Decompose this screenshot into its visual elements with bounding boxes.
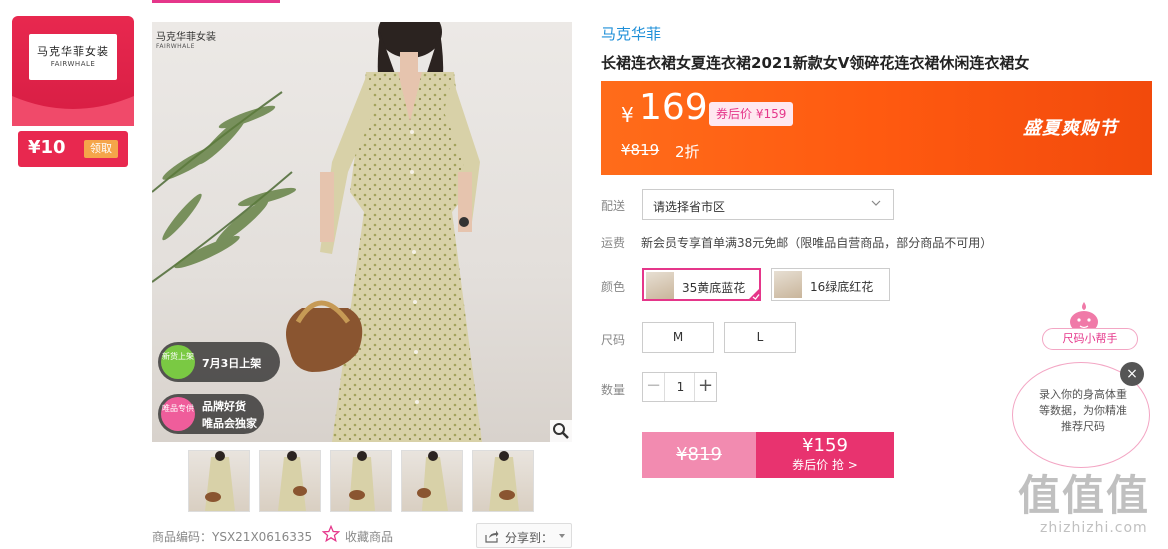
delivery-region-value: 请选择省市区 [653, 200, 726, 214]
size-label: 尺码 [601, 333, 626, 347]
brand-logo-en: FAIRWHALE [50, 60, 96, 68]
shipping-label: 运费 [601, 236, 626, 250]
quantity-label: 数量 [601, 383, 626, 397]
buy-now-price: ¥159 [802, 435, 848, 456]
thumbnail-strip [188, 450, 538, 512]
thumbnail-5[interactable] [472, 450, 534, 512]
quantity-decrease-button[interactable]: − [643, 373, 665, 401]
original-price: ¥819 [621, 141, 660, 159]
size-helper-tag[interactable]: 尺码小帮手 [1042, 328, 1138, 350]
image-brand-mark: 马克华菲女装 FAIRWHALE [156, 28, 216, 50]
exclusive-badge: 唯品专供 品牌好货 唯品会独家 [158, 394, 264, 434]
star-icon [322, 525, 340, 543]
brand-logo-cn: 马克华菲女装 [37, 45, 109, 58]
thumbnail-4[interactable] [401, 450, 463, 512]
close-icon[interactable]: × [1120, 362, 1144, 386]
size-helper-text: 录入你的身高体重等数据，为你精准推荐尺码 [1039, 388, 1127, 433]
selected-check-icon [747, 287, 761, 301]
shipping-info: 新会员专享首单满38元免邮（限唯品自营商品，部分商品不可用） [641, 236, 993, 250]
color-swatch [646, 272, 674, 299]
chevron-down-icon [559, 534, 565, 538]
share-dropdown[interactable]: 分享到： [476, 523, 572, 548]
watermark-logo: 值值值 [1018, 471, 1151, 520]
quantity-stepper: − 1 + [642, 372, 717, 402]
discount-rate: 2折 [675, 143, 700, 161]
image-brand-en: FAIRWHALE [156, 43, 195, 50]
magnifier-icon [553, 423, 569, 439]
coupon-divider-arc [12, 96, 134, 126]
exclusive-line2: 唯品会独家 [202, 417, 257, 430]
exclusive-circle: 唯品专供 [161, 397, 195, 431]
new-arrival-circle: 新货上架 [161, 345, 195, 379]
brand-link[interactable]: 马克华菲 [601, 23, 661, 44]
quantity-increase-button[interactable]: + [694, 373, 716, 401]
exclusive-line1: 品牌好货 [202, 400, 246, 413]
size-helper-widget: 尺码小帮手 录入你的身高体重等数据，为你精准推荐尺码 × [1010, 300, 1160, 475]
coupon-value: ¥10 [28, 137, 66, 158]
chevron-down-icon [871, 200, 881, 206]
product-main-image[interactable]: 马克华菲女装 FAIRWHALE 新货上架 7月3日上架 唯品专供 品牌好货 唯… [152, 22, 572, 442]
thumbnail-3[interactable] [330, 450, 392, 512]
share-icon [485, 530, 499, 543]
site-watermark: 值值值 zhizhizhi.com [1018, 462, 1168, 549]
promo-event-label: 盛夏爽购节 [1023, 118, 1118, 139]
favorite-label: 收藏商品 [345, 530, 394, 544]
current-price: 169 [639, 87, 708, 128]
watermark-url: zhizhizhi.com [1040, 520, 1148, 536]
top-accent-strip [152, 0, 280, 3]
color-option-yellow-blue[interactable]: 35黄底蓝花 [642, 268, 761, 301]
size-option-l[interactable]: L [724, 322, 796, 353]
color-option-green-red[interactable]: 16绿底红花 [771, 268, 890, 301]
product-sku: 商品编码：YSX21X0616335 [152, 530, 313, 544]
price-banner: ¥ 169 券后价 ¥159 ¥819 2折 盛夏爽购节 [601, 81, 1152, 175]
brand-logo: 马克华菲女装 FAIRWHALE [29, 34, 117, 80]
delivery-label: 配送 [601, 199, 626, 213]
store-coupon-card[interactable]: 马克华菲女装 FAIRWHALE ¥10 领取 [12, 16, 134, 167]
product-title: 长裙连衣裙女夏连衣裙2021新款女V领碎花连衣裙休闲连衣裙女 [601, 54, 1030, 72]
coupon-claim-button[interactable]: 领取 [84, 140, 118, 158]
thumbnail-1[interactable] [188, 450, 250, 512]
color-swatch [774, 271, 802, 298]
share-label: 分享到： [505, 531, 554, 545]
new-arrival-date: 7月3日上架 [202, 357, 262, 370]
coupon-price-tag: 券后价 ¥159 [709, 102, 794, 126]
image-brand-cn: 马克华菲女装 [156, 32, 216, 43]
quantity-value[interactable]: 1 [665, 373, 696, 401]
price-currency: ¥ [621, 103, 634, 127]
color-option-label: 35黄底蓝花 [682, 281, 746, 295]
color-option-label: 16绿底红花 [810, 280, 874, 294]
delivery-region-select[interactable]: 请选择省市区 [642, 189, 894, 220]
size-option-m[interactable]: M [642, 322, 714, 353]
coupon-footer: ¥10 领取 [18, 131, 128, 167]
zoom-button[interactable] [550, 420, 572, 442]
thumbnail-2[interactable] [259, 450, 321, 512]
original-price-button: ¥819 [642, 432, 756, 478]
new-arrival-badge: 新货上架 7月3日上架 [158, 342, 280, 382]
buy-now-button[interactable]: ¥159 券后价 抢 > [756, 432, 894, 478]
buy-now-label: 券后价 抢 > [792, 458, 858, 472]
color-label: 颜色 [601, 280, 626, 294]
